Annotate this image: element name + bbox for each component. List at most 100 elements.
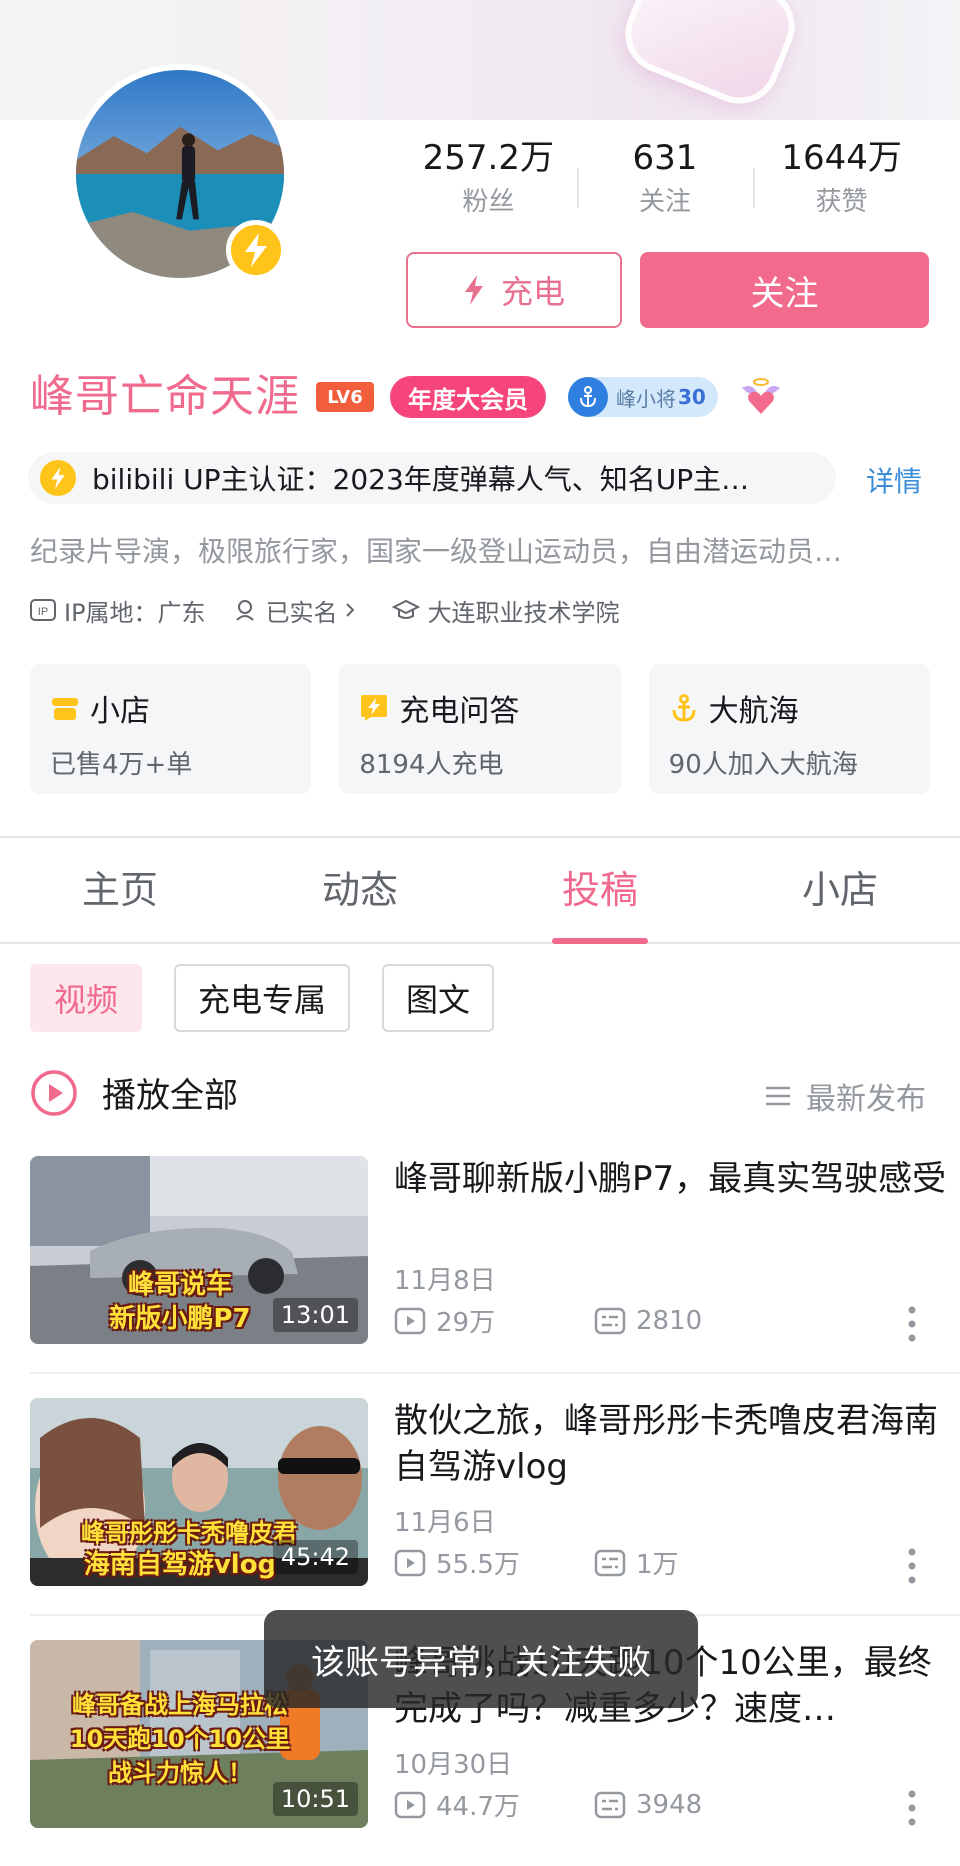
card-title: 小店 <box>90 694 150 729</box>
stat-value: 631 <box>632 138 698 178</box>
ip-icon: IP <box>30 599 56 621</box>
tab-home[interactable]: 主页 <box>0 840 240 942</box>
card-title: 大航海 <box>708 694 799 729</box>
video-duration: 13:01 <box>272 1298 358 1332</box>
fan-medal[interactable]: 峰小将 30 <box>568 377 718 417</box>
tab-shop[interactable]: 小店 <box>720 840 960 942</box>
charge-qa-icon <box>361 695 388 721</box>
play-count-icon <box>394 1307 426 1334</box>
content-filters: 视频 充电专属 图文 <box>30 964 495 1032</box>
danmaku-count-text: 3948 <box>636 1789 703 1820</box>
meta-row: IP IP属地：广东 已实名 大连职业技术学院 <box>30 592 648 628</box>
stat-likes[interactable]: 1644万 获赞 <box>753 138 930 228</box>
realname-status[interactable]: 已实名 <box>234 593 364 628</box>
divider <box>0 836 960 838</box>
certification-text: bilibili UP主认证：2023年度弹幕人气、知名UP主… <box>92 463 750 496</box>
filter-video[interactable]: 视频 <box>30 964 143 1032</box>
danmaku-count-text: 1万 <box>636 1550 679 1580</box>
danmaku-count: 2810 <box>594 1306 794 1336</box>
danmaku-icon <box>594 1549 626 1576</box>
video-item[interactable]: 峰哥说车 新版小鹏P7 13:01 峰哥聊新版小鹏P7，最真实驾驶感受 11月8… <box>30 1156 946 1344</box>
card-guard[interactable]: 大航海 90人加入大航海 <box>648 664 930 794</box>
anchor-icon <box>568 377 608 417</box>
divider <box>30 1372 960 1374</box>
profile-tabs: 主页 动态 投稿 小店 <box>0 840 960 944</box>
play-count: 55.5万 <box>394 1544 594 1581</box>
school: 大连职业技术学院 <box>391 593 620 628</box>
video-thumbnail[interactable]: 峰哥说车 新版小鹏P7 13:01 <box>30 1156 368 1344</box>
ip-location-text: IP属地：广东 <box>64 598 206 627</box>
anchor-icon <box>672 694 696 722</box>
user-verify-icon <box>235 600 254 621</box>
medal-name: 峰小将 <box>616 386 676 411</box>
tab-uploads[interactable]: 投稿 <box>480 840 720 942</box>
thumbnail-caption: 10天跑10个10公里 <box>69 1725 291 1753</box>
card-charge-qa[interactable]: 充电问答 8194人充电 <box>339 664 621 794</box>
video-item[interactable]: 峰哥彤彤卡秃噜皮君 海南自驾游vlog 45:42 散伙之旅，峰哥彤彤卡秃噜皮君… <box>30 1398 938 1586</box>
video-date: 11月8日 <box>394 1266 496 1296</box>
video-title[interactable]: 峰哥聊新版小鹏P7，最真实驾驶感受 <box>394 1156 954 1202</box>
filter-charge-exclusive[interactable]: 充电专属 <box>174 964 351 1032</box>
level-badge: LV6 <box>316 382 374 412</box>
sort-button[interactable]: 最新发布 <box>764 1074 926 1118</box>
stat-fans[interactable]: 257.2万 粉丝 <box>400 138 577 228</box>
stat-following[interactable]: 631 关注 <box>576 138 754 228</box>
tab-dynamic[interactable]: 动态 <box>240 840 480 942</box>
follow-button[interactable]: 关注 <box>640 252 929 328</box>
danmaku-count: 1万 <box>594 1544 794 1581</box>
graduation-cap-icon <box>391 599 420 619</box>
play-count-text: 29万 <box>436 1308 496 1338</box>
video-thumbnail[interactable]: 峰哥彤彤卡秃噜皮君 海南自驾游vlog 45:42 <box>30 1398 368 1586</box>
play-count-icon <box>394 1549 426 1576</box>
charge-badge-icon <box>226 220 286 280</box>
more-vertical-icon[interactable] <box>906 1788 918 1828</box>
svg-text:IP: IP <box>38 606 48 618</box>
list-sort-icon <box>766 1086 790 1106</box>
stat-value: 1644万 <box>781 138 902 178</box>
vip-badge[interactable]: 年度大会员 <box>390 376 546 418</box>
play-count: 44.7万 <box>394 1786 594 1823</box>
bio[interactable]: 纪录片导演，极限旅行家，国家一级登山运动员，自由潜运动员… <box>30 530 930 570</box>
danmaku-icon <box>594 1791 626 1818</box>
medal-level: 30 <box>678 385 706 409</box>
play-count-text: 55.5万 <box>436 1550 520 1580</box>
stat-label: 关注 <box>639 187 692 217</box>
school-text: 大连职业技术学院 <box>427 598 620 627</box>
stat-value: 257.2万 <box>422 138 554 178</box>
play-count-text: 44.7万 <box>436 1792 520 1822</box>
video-date: 11月6日 <box>394 1508 496 1538</box>
filter-articles[interactable]: 图文 <box>382 964 495 1032</box>
realname-text: 已实名 <box>265 598 338 627</box>
card-subtitle: 已售4万+单 <box>50 750 193 780</box>
more-vertical-icon[interactable] <box>906 1546 918 1586</box>
stats-bar: 257.2万 粉丝 631 关注 1644万 获赞 <box>400 138 930 228</box>
danmaku-count-text: 2810 <box>636 1305 703 1336</box>
card-subtitle: 8194人充电 <box>359 750 504 780</box>
feature-cards: 小店 已售4万+单 充电问答 8194人充电 大航海 90人加入大航海 <box>30 664 930 794</box>
video-stats: 29万 2810 <box>394 1302 794 1339</box>
more-vertical-icon[interactable] <box>906 1304 918 1344</box>
danmaku-count: 3948 <box>594 1790 794 1820</box>
error-toast: 该账号异常，关注失败 <box>264 1610 698 1708</box>
play-circle-icon <box>31 1069 77 1116</box>
video-stats: 55.5万 1万 <box>394 1544 794 1581</box>
card-subtitle: 90人加入大航海 <box>668 750 858 780</box>
angel-heart-icon[interactable] <box>738 374 784 420</box>
card-shop[interactable]: 小店 已售4万+单 <box>30 664 312 794</box>
play-all-button[interactable]: 播放全部 <box>30 1068 238 1117</box>
video-title[interactable]: 散伙之旅，峰哥彤彤卡秃噜皮君海南自驾游vlog <box>394 1398 954 1490</box>
charge-button-label: 充电 <box>500 273 565 311</box>
banner-decoration <box>613 0 807 116</box>
chevron-right-icon <box>345 603 354 617</box>
charge-button[interactable]: 充电 <box>406 252 622 328</box>
shop-icon <box>52 698 78 720</box>
lightning-icon <box>40 460 76 496</box>
ip-location: IP IP属地：广东 <box>30 593 206 628</box>
lightning-icon <box>464 275 483 305</box>
username: 峰哥亡命天涯 <box>30 371 300 422</box>
play-count: 29万 <box>394 1302 594 1339</box>
details-link[interactable]: 详情 <box>866 460 922 500</box>
name-row: 峰哥亡命天涯 LV6 年度大会员 峰小将 30 <box>30 368 784 426</box>
video-stats: 44.7万 3948 <box>394 1786 794 1823</box>
play-all-label: 播放全部 <box>102 1076 238 1116</box>
